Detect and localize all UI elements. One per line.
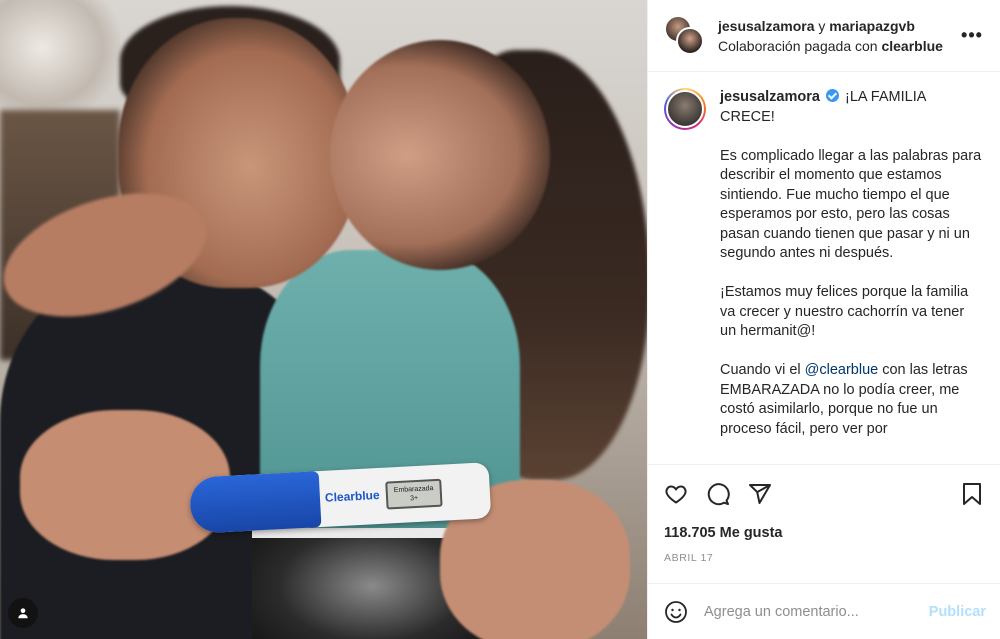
username-link[interactable]: jesusalzamora xyxy=(718,18,815,34)
pregnancy-test-cap xyxy=(188,471,322,534)
mention-link[interactable]: @clearblue xyxy=(805,362,879,378)
user-tag-icon xyxy=(18,608,28,619)
woman-face xyxy=(330,40,550,270)
more-options-button[interactable]: ••• xyxy=(960,24,984,48)
like-button[interactable] xyxy=(662,480,690,508)
connector-text: y xyxy=(818,17,826,34)
header-text: jesusalzamora y mariapazgvb Colaboración… xyxy=(718,17,960,55)
publish-button[interactable]: Publicar xyxy=(929,604,986,620)
share-icon xyxy=(749,483,771,504)
post-photo[interactable]: Clearblue Embarazada 3+ xyxy=(0,0,647,639)
comment-input[interactable] xyxy=(704,603,929,620)
share-button[interactable] xyxy=(746,480,774,508)
paid-partnership-prefix: Colaboración pagada con xyxy=(718,37,878,54)
username-link[interactable]: mariapazgvb xyxy=(829,18,915,34)
avatar xyxy=(666,90,704,128)
comment-bar: Publicar xyxy=(648,583,1000,639)
collab-avatars[interactable] xyxy=(664,14,706,57)
heart-icon xyxy=(665,484,687,504)
caption-paragraph: Cuando vi el @clearblue con las letras E… xyxy=(720,361,984,439)
post-date[interactable]: ABRIL 17 xyxy=(648,552,1000,566)
post-caption: jesusalzamora ¡LA FAMILIA CRECE! Es comp… xyxy=(720,88,984,464)
more-icon: ••• xyxy=(961,25,983,45)
bookmark-icon xyxy=(963,482,981,505)
comment-button[interactable] xyxy=(704,480,732,508)
background-lamp xyxy=(0,0,120,120)
caption-title-line: jesusalzamora ¡LA FAMILIA CRECE! xyxy=(720,88,984,127)
verified-badge-icon xyxy=(825,89,839,102)
caption-paragraph: Es complicado llegar a las palabras para… xyxy=(720,147,982,262)
brand-link[interactable]: clearblue xyxy=(881,38,942,54)
comment-icon xyxy=(707,482,730,505)
caption-text: Cuando vi el xyxy=(720,362,805,378)
post-side-panel: jesusalzamora y mariapazgvb Colaboración… xyxy=(647,0,1000,639)
caption-area: jesusalzamora ¡LA FAMILIA CRECE! Es comp… xyxy=(648,72,1000,464)
caption-paragraph: ¡Estamos muy felices porque la familia v… xyxy=(720,284,969,339)
instagram-post: Clearblue Embarazada 3+ jesusalzamora y … xyxy=(0,0,1000,639)
avatar xyxy=(676,26,704,55)
emoji-button[interactable] xyxy=(662,598,690,626)
user-tag-button[interactable] xyxy=(8,598,38,628)
pregnancy-test-result: Embarazada 3+ xyxy=(385,478,443,510)
collaborator-names: jesusalzamora y mariapazgvb xyxy=(718,17,960,35)
story-ring-avatar[interactable] xyxy=(664,88,706,130)
caption-username[interactable]: jesusalzamora xyxy=(720,89,820,105)
save-button[interactable] xyxy=(958,480,986,508)
like-count[interactable]: 118.705 Me gusta xyxy=(648,522,1000,544)
post-header: jesusalzamora y mariapazgvb Colaboración… xyxy=(648,0,1000,72)
emoji-icon xyxy=(665,600,687,623)
action-bar xyxy=(648,464,1000,522)
paid-partnership-label: Colaboración pagada con clearblue xyxy=(718,37,960,55)
pregnancy-test-brand: Clearblue xyxy=(324,487,380,505)
